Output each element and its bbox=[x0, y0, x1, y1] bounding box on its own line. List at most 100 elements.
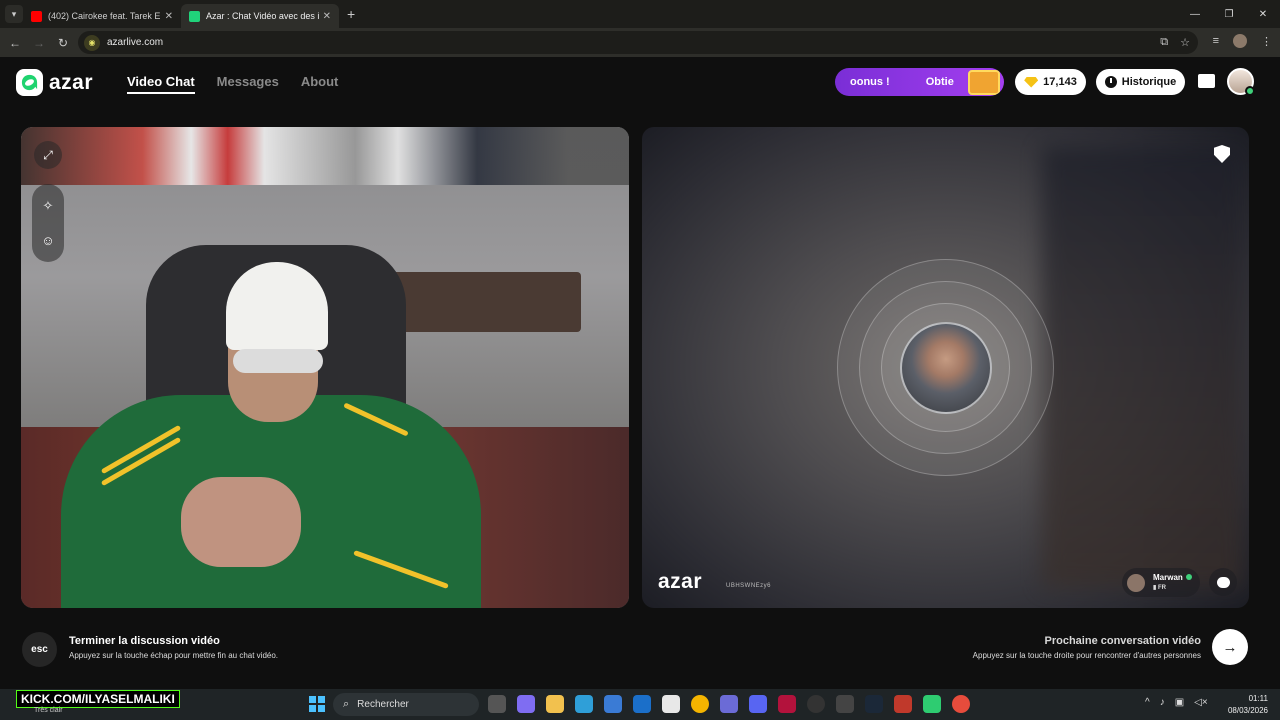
system-tray: ^ ♪ ▣ ◁× bbox=[1145, 697, 1208, 708]
azar-icon bbox=[189, 10, 200, 22]
magic-wand-icon[interactable]: ✧ bbox=[39, 197, 57, 215]
task-view-icon[interactable] bbox=[488, 695, 506, 713]
profile-icon[interactable] bbox=[1233, 34, 1247, 48]
browser-menu-icon[interactable]: ⋮ bbox=[1261, 35, 1272, 48]
volume-muted-icon[interactable]: ◁× bbox=[1194, 697, 1208, 708]
user-avatar[interactable] bbox=[1227, 68, 1255, 96]
video-effects-toolbar: ✧ ☺ bbox=[32, 184, 64, 262]
next-chat-subtitle: Appuyez sur la touche droite pour rencon… bbox=[972, 651, 1201, 660]
app-icon[interactable] bbox=[836, 695, 854, 713]
new-tab-icon[interactable]: + bbox=[347, 6, 355, 22]
gaming-icon[interactable] bbox=[720, 695, 738, 713]
promo-text-right: Obtie bbox=[925, 76, 954, 88]
local-video: ⤢ ✧ ☺ bbox=[21, 127, 629, 608]
windows-taskbar: KICK.COM/ILYASELMALIKI Très clair ⌕ Rech… bbox=[0, 689, 1280, 720]
nav-video-chat[interactable]: Video Chat bbox=[127, 74, 195, 94]
promo-banner[interactable]: oonus ! Obtie bbox=[835, 68, 1004, 96]
window-controls: — ❐ ✕ bbox=[1178, 0, 1280, 28]
expand-icon[interactable]: ⤢ bbox=[34, 141, 62, 169]
forward-icon[interactable]: → bbox=[27, 36, 51, 50]
history-label: Historique bbox=[1121, 76, 1177, 88]
gem-icon bbox=[1024, 76, 1039, 88]
azar-logo-icon bbox=[16, 69, 43, 96]
clock-icon bbox=[1104, 76, 1117, 88]
esc-button[interactable]: esc bbox=[22, 632, 57, 667]
taskbar-search[interactable]: ⌕ Rechercher bbox=[333, 693, 479, 716]
tab-azar[interactable]: Azar : Chat Vidéo avec des inconnus ✕ bbox=[181, 4, 339, 28]
peer-avatar bbox=[1127, 573, 1145, 592]
peer-info-chip[interactable]: Marwan ▮ FR bbox=[1122, 568, 1200, 597]
store-button[interactable] bbox=[1195, 70, 1217, 92]
youtube-icon bbox=[31, 10, 42, 22]
close-tab-icon[interactable]: ✕ bbox=[323, 11, 331, 22]
bookmark-star-icon[interactable]: ☆ bbox=[1180, 36, 1190, 49]
france-flag-icon: ▮ bbox=[1153, 584, 1157, 591]
adobe-icon[interactable] bbox=[778, 695, 796, 713]
windows-start-icon[interactable] bbox=[309, 696, 325, 712]
microphone-icon[interactable]: ♪ bbox=[1160, 697, 1165, 708]
chat-bubble-icon bbox=[1216, 576, 1230, 588]
nav-messages[interactable]: Messages bbox=[217, 74, 279, 94]
video-person bbox=[181, 477, 301, 567]
online-status-dot bbox=[1245, 86, 1255, 96]
discord-icon[interactable] bbox=[749, 695, 767, 713]
address-bar: ← → ↻ ◉ azarlive.com ⧉ ☆ ≡ ⋮ bbox=[0, 28, 1280, 57]
nav-about[interactable]: About bbox=[301, 74, 339, 94]
copilot-icon[interactable] bbox=[517, 695, 535, 713]
tab-title: (402) Cairokee feat. Tarek El-Sheikh bbox=[48, 11, 161, 21]
close-window-icon[interactable]: ✕ bbox=[1246, 0, 1280, 28]
site-info-icon[interactable]: ◉ bbox=[84, 34, 100, 51]
time: 01:11 bbox=[1248, 694, 1268, 703]
app-icon[interactable] bbox=[952, 695, 970, 713]
cast-icon[interactable]: ⧉ bbox=[1160, 36, 1168, 49]
face-filter-icon[interactable]: ☺ bbox=[39, 231, 57, 249]
search-placeholder: Rechercher bbox=[357, 699, 409, 710]
next-chat-title: Prochaine conversation vidéo bbox=[1044, 635, 1202, 647]
back-icon[interactable]: ← bbox=[3, 36, 27, 50]
video-background bbox=[1042, 147, 1242, 587]
video-person bbox=[226, 262, 328, 350]
steam-icon[interactable] bbox=[865, 695, 883, 713]
maximize-icon[interactable]: ❐ bbox=[1212, 0, 1246, 28]
network-icon[interactable]: ▣ bbox=[1175, 697, 1184, 708]
obs-icon[interactable] bbox=[807, 695, 825, 713]
end-chat-title: Terminer la discussion vidéo bbox=[69, 635, 220, 647]
gems-count: 17,143 bbox=[1043, 76, 1077, 88]
chevron-up-icon[interactable]: ^ bbox=[1145, 697, 1150, 708]
chat-button[interactable] bbox=[1209, 568, 1237, 596]
date: 08/03/2026 bbox=[1227, 706, 1268, 715]
file-explorer-icon[interactable] bbox=[546, 695, 564, 713]
watermark-id: UBHSWNEzy6 bbox=[726, 583, 772, 589]
capcut-icon[interactable] bbox=[662, 695, 680, 713]
tab-title: Azar : Chat Vidéo avec des inconnus bbox=[206, 11, 319, 21]
logo-text: azar bbox=[49, 70, 94, 94]
tab-search-icon[interactable]: ▾ bbox=[5, 5, 23, 23]
edge-icon[interactable] bbox=[575, 695, 593, 713]
arrow-right-icon: → bbox=[1222, 638, 1238, 656]
azar-watermark: azar bbox=[658, 570, 703, 593]
peer-name: Marwan bbox=[1153, 572, 1183, 582]
outlook-icon[interactable] bbox=[633, 695, 651, 713]
tab-youtube[interactable]: (402) Cairokee feat. Tarek El-Sheikh ✕ bbox=[23, 4, 181, 28]
play-icon[interactable] bbox=[923, 695, 941, 713]
taskbar-apps bbox=[488, 695, 970, 713]
video-background bbox=[21, 127, 629, 185]
minimize-icon[interactable]: — bbox=[1178, 0, 1212, 28]
video-person bbox=[233, 349, 323, 373]
url-field[interactable]: ◉ azarlive.com ⧉ ☆ bbox=[78, 31, 1198, 54]
weather-text[interactable]: Très clair bbox=[34, 707, 63, 714]
next-chat-button[interactable]: → bbox=[1212, 629, 1248, 665]
app-icon[interactable] bbox=[894, 695, 912, 713]
reload-icon[interactable]: ↻ bbox=[51, 36, 75, 50]
store-app-icon[interactable] bbox=[604, 695, 622, 713]
promo-text-left: oonus ! bbox=[850, 76, 890, 88]
stream-overlay-text: KICK.COM/ILYASELMALIKI bbox=[16, 690, 180, 708]
azar-logo[interactable]: azar bbox=[16, 69, 93, 96]
history-button[interactable]: Historique bbox=[1096, 69, 1185, 95]
reading-list-icon[interactable]: ≡ bbox=[1213, 35, 1219, 47]
gems-balance-button[interactable]: 17,143 bbox=[1015, 69, 1086, 95]
chrome-icon[interactable] bbox=[691, 695, 709, 713]
taskbar-clock[interactable]: 01:11 08/03/2026 bbox=[1228, 693, 1268, 717]
close-tab-icon[interactable]: ✕ bbox=[165, 11, 173, 22]
end-chat-subtitle: Appuyez sur la touche échap pour mettre … bbox=[69, 651, 279, 660]
